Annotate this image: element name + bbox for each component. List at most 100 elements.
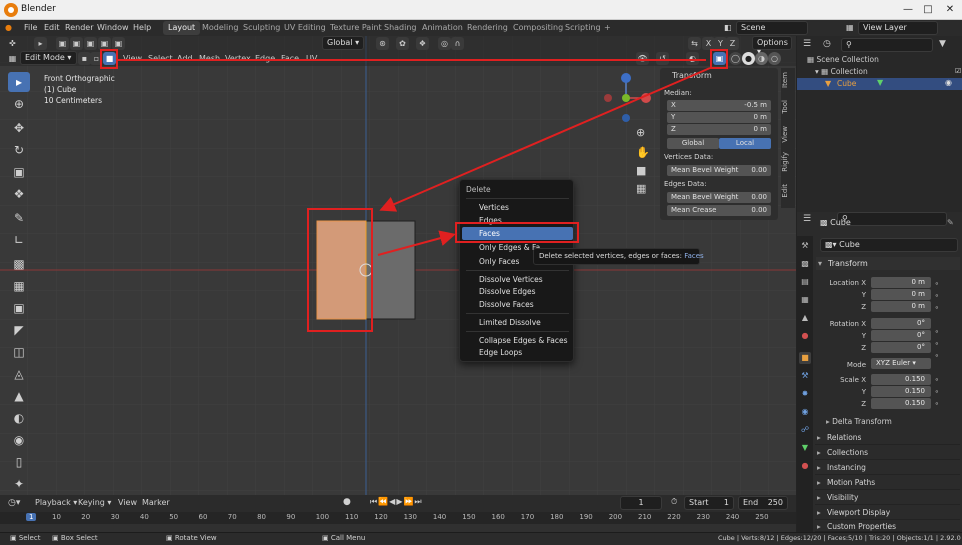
viewport-menu-face[interactable]: Face bbox=[281, 54, 299, 63]
cursor-tool-icon[interactable]: ⊕ bbox=[8, 94, 30, 114]
annotate-tool-icon[interactable]: ✎ bbox=[8, 208, 30, 228]
selection-mode-set-icon[interactable]: ▣ bbox=[56, 37, 69, 50]
menu-help[interactable]: Help bbox=[133, 23, 151, 32]
menu-item-dissolve-edges[interactable]: Dissolve Edges bbox=[479, 287, 536, 296]
timeline-menu-marker[interactable]: Marker bbox=[142, 498, 170, 507]
end-frame-field[interactable]: End 250 bbox=[738, 496, 788, 510]
modifier-tab-icon[interactable]: ⚒ bbox=[799, 370, 811, 382]
material-shading-icon[interactable]: ◑ bbox=[755, 52, 768, 65]
outliner-row-scene-collection[interactable]: ▦ Scene Collection bbox=[807, 55, 879, 64]
pivot-point-icon[interactable]: ⊛ bbox=[376, 37, 389, 50]
sidebar-tab-rigify[interactable]: Rigify bbox=[781, 152, 795, 172]
minimize-icon[interactable]: — bbox=[900, 2, 916, 18]
viewport-menu-uv[interactable]: UV bbox=[306, 54, 317, 63]
transform-lock-icons[interactable]: ⚬ ⚬ ⚬ ⚬ ⚬ ⚬ ⚬ ⚬ ⚬ bbox=[934, 278, 940, 410]
mode-dropdown[interactable]: Edit Mode ▾ bbox=[20, 51, 77, 65]
outliner-search-input[interactable]: ⚲ bbox=[841, 38, 933, 52]
data-tab-icon[interactable]: ▼ bbox=[799, 442, 811, 454]
rotation-mode-dropdown[interactable]: XYZ Euler ▾ bbox=[871, 358, 931, 369]
smooth-tool-icon[interactable]: ◉ bbox=[8, 430, 30, 450]
median-z-field[interactable]: Z0 m bbox=[667, 124, 771, 135]
section-viewport-display[interactable]: Viewport Display bbox=[815, 506, 960, 520]
navigation-gizmo[interactable] bbox=[600, 70, 660, 130]
outliner-row-cube[interactable]: ▼ Cube ▼ ◉ bbox=[797, 78, 962, 90]
inset-tool-icon[interactable]: ▣ bbox=[8, 298, 30, 318]
physics-tab-icon[interactable]: ◉ bbox=[799, 406, 811, 418]
edge-bevel-weight-field[interactable]: Mean Bevel Weight 0.00 bbox=[667, 192, 771, 203]
start-frame-field[interactable]: Start 1 bbox=[684, 496, 734, 510]
viewport-menu-mesh[interactable]: Mesh bbox=[199, 54, 220, 63]
menu-item-dissolve-faces[interactable]: Dissolve Faces bbox=[479, 300, 534, 309]
add-cube-tool-icon[interactable]: ▩ bbox=[8, 254, 30, 274]
scale-x-field[interactable]: 0.150 bbox=[871, 374, 931, 385]
tab-uv-editing[interactable]: UV Editing bbox=[279, 21, 331, 35]
rendered-shading-icon[interactable]: ○ bbox=[768, 52, 781, 65]
overlays-toggle-icon[interactable]: ◐ bbox=[686, 52, 699, 65]
outliner-row-collection[interactable]: ▾ ▦ Collection bbox=[815, 67, 868, 76]
constraints-tab-icon[interactable]: ☍ bbox=[799, 424, 811, 436]
pin-icon[interactable]: ✎ bbox=[947, 218, 954, 227]
loop-cut-tool-icon[interactable]: ◫ bbox=[8, 342, 30, 362]
editor-type-icon[interactable]: ▦ bbox=[6, 52, 19, 65]
menu-item-dissolve-vertices[interactable]: Dissolve Vertices bbox=[479, 275, 543, 284]
material-tab-icon[interactable]: ● bbox=[799, 460, 811, 472]
current-frame-field[interactable]: 1 bbox=[620, 496, 662, 510]
scale-y-field[interactable]: 0.150 bbox=[871, 386, 931, 397]
transform-tool-icon[interactable]: ❖ bbox=[8, 184, 30, 204]
viewport-menu-add[interactable]: Add bbox=[177, 54, 193, 63]
median-x-field[interactable]: X -0.5 m bbox=[667, 100, 771, 111]
scale-z-field[interactable]: 0.150 bbox=[871, 398, 931, 409]
section-instancing[interactable]: Instancing bbox=[815, 461, 960, 475]
timeline-ruler[interactable]: 1 10 20 30 40 50 60 70 80 90 100 110 120 130 140 150 160… bbox=[0, 512, 796, 524]
spin-tool-icon[interactable]: ◐ bbox=[8, 408, 30, 428]
timeline-menu-playback[interactable]: Playback ▾ bbox=[35, 498, 77, 507]
sidebar-tab-view[interactable]: View bbox=[781, 126, 795, 143]
tab-animation[interactable]: Animation bbox=[417, 21, 468, 35]
selection-subtract-icon[interactable]: ▣ bbox=[84, 37, 97, 50]
record-keyframe-icon[interactable]: ● bbox=[343, 497, 351, 507]
location-z-field[interactable]: 0 m bbox=[871, 301, 931, 312]
viewport-menu-select[interactable]: Select bbox=[148, 54, 173, 63]
wireframe-shading-icon[interactable]: ◯ bbox=[729, 52, 742, 65]
location-x-field[interactable]: 0 m bbox=[871, 277, 931, 288]
tab-layout[interactable]: Layout bbox=[163, 21, 201, 35]
gizmo-toggle-icon[interactable]: ↺ bbox=[656, 52, 669, 65]
camera-view-icon[interactable]: ■ bbox=[636, 164, 646, 177]
extrude-tool-icon[interactable]: ▦ bbox=[8, 276, 30, 296]
render-tab-icon[interactable]: ▩ bbox=[799, 258, 811, 270]
particles-tab-icon[interactable]: ✸ bbox=[799, 388, 811, 400]
menu-item-vertices[interactable]: Vertices bbox=[479, 203, 509, 212]
properties-search-input[interactable]: ⚲ bbox=[837, 212, 947, 226]
transform-section-header[interactable]: ▾ Transform bbox=[816, 257, 960, 270]
viewport-menu-vertex[interactable]: Vertex bbox=[225, 54, 251, 63]
tool-tab-icon[interactable]: ⚒ bbox=[799, 240, 811, 252]
object-datablock-field[interactable]: ▩▾ Cube bbox=[820, 238, 958, 252]
rotate-tool-icon[interactable]: ↻ bbox=[8, 140, 30, 160]
poly-build-tool-icon[interactable]: ▲ bbox=[8, 386, 30, 406]
sidebar-tab-tool[interactable]: Tool bbox=[781, 100, 795, 114]
zoom-icon[interactable]: ⊕ bbox=[636, 126, 645, 139]
world-tab-icon[interactable]: ● bbox=[799, 330, 811, 342]
section-collections[interactable]: Collections bbox=[815, 446, 960, 460]
vertex-bevel-weight-field[interactable]: Mean Bevel Weight 0.00 bbox=[667, 165, 771, 176]
timeline-menu-view[interactable]: View bbox=[118, 498, 137, 507]
snap-target-icon[interactable]: ❖ bbox=[416, 37, 429, 50]
viewport-menu-view[interactable]: View bbox=[123, 54, 142, 63]
timeline-menu-keying[interactable]: Keying ▾ bbox=[78, 498, 111, 507]
sidebar-tab-item[interactable]: Item bbox=[781, 72, 795, 88]
menu-item-limited-dissolve[interactable]: Limited Dissolve bbox=[479, 318, 541, 327]
maximize-icon[interactable]: □ bbox=[920, 2, 936, 18]
snap-icon[interactable]: ✿ bbox=[396, 37, 409, 50]
tab-rendering[interactable]: Rendering bbox=[462, 21, 513, 35]
select-tool-icon[interactable]: ▸ bbox=[8, 72, 30, 92]
timeline-editor-icon[interactable]: ◷▾ bbox=[8, 498, 20, 508]
knife-tool-icon[interactable]: ◬ bbox=[8, 364, 30, 384]
rotation-x-field[interactable]: 0° bbox=[871, 318, 931, 329]
mean-crease-field[interactable]: Mean Crease 0.00 bbox=[667, 205, 771, 216]
location-y-field[interactable]: 0 m bbox=[871, 289, 931, 300]
sidebar-tab-edit[interactable]: Edit bbox=[781, 184, 795, 198]
tab-modeling[interactable]: Modeling bbox=[197, 21, 243, 35]
pan-hand-icon[interactable]: ✋ bbox=[636, 146, 650, 159]
outliner-editor-icon[interactable]: ☰ bbox=[803, 39, 811, 49]
object-tab-icon[interactable]: ■ bbox=[799, 352, 811, 364]
